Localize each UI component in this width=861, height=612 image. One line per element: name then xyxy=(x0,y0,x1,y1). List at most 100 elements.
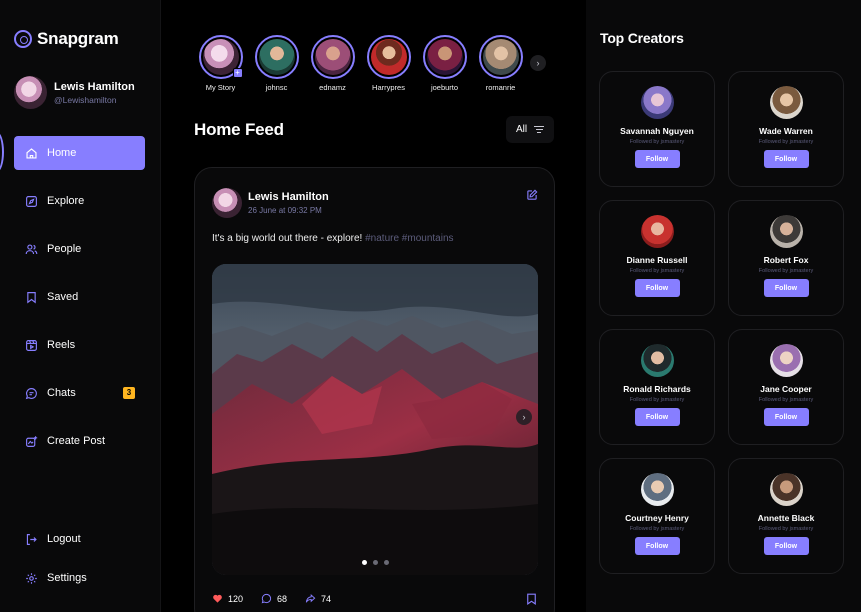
creator-subtitle: Followed by jsmastery xyxy=(629,526,685,532)
carousel-dot[interactable] xyxy=(361,560,367,565)
creator-subtitle: Followed by jsmastery xyxy=(629,397,685,403)
follow-button[interactable]: Follow xyxy=(634,408,680,426)
follow-button[interactable]: Follow xyxy=(634,537,680,555)
story-item[interactable]: romanrie xyxy=(478,35,523,92)
chevron-right-icon: › xyxy=(536,58,540,68)
story-item[interactable]: johnsc xyxy=(254,35,299,92)
avatar xyxy=(769,473,803,506)
comment-icon xyxy=(261,593,272,604)
bottom-nav: Logout Settings xyxy=(14,522,145,600)
comment-button[interactable]: 68 xyxy=(261,593,287,604)
nav-item-reels[interactable]: Reels xyxy=(14,328,145,362)
logout-icon xyxy=(24,532,38,546)
post-image[interactable]: › xyxy=(212,264,538,575)
story-item[interactable]: ednamz xyxy=(310,35,355,92)
story-label: romanrie xyxy=(485,83,516,92)
nav-item-people[interactable]: People xyxy=(14,232,145,266)
unread-badge: 3 xyxy=(123,387,135,399)
home-feed-panel: + My Story johnsc ednamz Harrypres joebu… xyxy=(162,0,586,612)
share-button[interactable]: 74 xyxy=(305,593,331,604)
follow-button[interactable]: Follow xyxy=(763,279,809,297)
nav-item-saved[interactable]: Saved xyxy=(14,280,145,314)
avatar xyxy=(769,344,803,377)
follow-button[interactable]: Follow xyxy=(634,150,680,168)
creator-subtitle: Followed by jsmastery xyxy=(629,139,685,145)
creator-card[interactable]: Savannah Nguyen Followed by jsmastery Fo… xyxy=(599,71,715,187)
story-item[interactable]: Harrypres xyxy=(366,35,411,92)
post-tags[interactable]: #nature #mountains xyxy=(365,233,453,244)
nav-label: Logout xyxy=(47,533,81,545)
profile-summary[interactable]: Lewis Hamilton @Lewishamilton xyxy=(14,76,135,109)
avatar xyxy=(769,86,803,119)
creator-subtitle: Followed by jsmastery xyxy=(758,139,814,145)
story-avatar xyxy=(258,39,295,75)
story-item[interactable]: joeburto xyxy=(422,35,467,92)
app-name: Snapgram xyxy=(37,29,119,48)
creator-card[interactable]: Courtney Henry Followed by jsmastery Fol… xyxy=(599,458,715,574)
creator-card[interactable]: Robert Fox Followed by jsmastery Follow xyxy=(728,200,844,316)
follow-button[interactable]: Follow xyxy=(634,279,680,297)
stories-row: + My Story johnsc ednamz Harrypres joebu… xyxy=(198,35,523,92)
nav-item-explore[interactable]: Explore xyxy=(14,184,145,218)
mountain-photo xyxy=(212,264,538,575)
bookmark-icon xyxy=(24,290,38,304)
like-button[interactable]: 120 xyxy=(212,593,243,604)
creator-name: Courtney Henry xyxy=(625,513,689,523)
edit-icon[interactable] xyxy=(526,189,538,201)
avatar xyxy=(640,86,674,119)
follow-button[interactable]: Follow xyxy=(763,408,809,426)
creator-name: Robert Fox xyxy=(763,255,809,265)
profile-handle: @Lewishamilton xyxy=(54,94,117,105)
carousel-dot[interactable] xyxy=(383,560,389,565)
post-date: 26 June at 09:32 PM xyxy=(248,206,322,215)
settings-button[interactable]: Settings xyxy=(14,561,145,595)
nav-label: Chats xyxy=(47,387,76,399)
heart-icon xyxy=(213,594,222,603)
creator-card[interactable]: Ronald Richards Followed by jsmastery Fo… xyxy=(599,329,715,445)
avatar[interactable] xyxy=(212,188,242,218)
create-post-icon xyxy=(24,434,38,448)
creators-grid: Savannah Nguyen Followed by jsmastery Fo… xyxy=(599,71,844,574)
story-label: joeburto xyxy=(430,83,459,92)
app-logo[interactable]: Snapgram xyxy=(14,29,119,49)
nav-item-home[interactable]: Home xyxy=(14,136,145,170)
post-header: Lewis Hamilton 26 June at 09:32 PM xyxy=(212,188,329,218)
creator-name: Dianne Russell xyxy=(626,255,688,265)
carousel-dot[interactable] xyxy=(372,560,378,565)
creator-subtitle: Followed by jsmastery xyxy=(758,397,814,403)
bookmark-icon[interactable] xyxy=(526,593,537,605)
stories-next-button[interactable]: › xyxy=(530,55,546,71)
feed-filter-dropdown[interactable]: All xyxy=(506,116,554,143)
follow-button[interactable]: Follow xyxy=(763,537,809,555)
avatar xyxy=(640,473,674,506)
follow-button[interactable]: Follow xyxy=(763,150,809,168)
top-creators-panel: Top Creators Savannah Nguyen Followed by… xyxy=(586,0,861,612)
gear-icon xyxy=(24,571,38,585)
creator-subtitle: Followed by jsmastery xyxy=(758,268,814,274)
creator-name: Savannah Nguyen xyxy=(620,126,694,136)
creator-card[interactable]: Annette Black Followed by jsmastery Foll… xyxy=(728,458,844,574)
chat-icon xyxy=(24,386,38,400)
left-sidebar: Snapgram Lewis Hamilton @Lewishamilton H… xyxy=(0,0,161,612)
add-story-icon[interactable]: + xyxy=(232,68,243,78)
caption-text: It's a big world out there - explore! xyxy=(212,233,363,244)
story-avatar xyxy=(370,39,407,75)
creator-card[interactable]: Dianne Russell Followed by jsmastery Fol… xyxy=(599,200,715,316)
story-my-story[interactable]: + My Story xyxy=(198,35,243,92)
image-next-button[interactable]: › xyxy=(516,409,532,425)
like-count: 120 xyxy=(228,593,244,604)
avatar xyxy=(769,215,803,248)
nav-label: Settings xyxy=(47,572,87,584)
nav-item-create-post[interactable]: Create Post xyxy=(14,424,145,458)
creator-card[interactable]: Wade Warren Followed by jsmastery Follow xyxy=(728,71,844,187)
creator-subtitle: Followed by jsmastery xyxy=(758,526,814,532)
story-label: My Story xyxy=(205,83,236,92)
nav-item-chats[interactable]: Chats 3 xyxy=(14,376,145,410)
logout-button[interactable]: Logout xyxy=(14,522,145,556)
story-label: Harrypres xyxy=(372,83,405,92)
post-caption: It's a big world out there - explore! #n… xyxy=(212,233,454,244)
top-creators-title: Top Creators xyxy=(600,30,684,46)
post-author[interactable]: Lewis Hamilton xyxy=(248,191,329,203)
nav-label: People xyxy=(47,243,82,255)
creator-card[interactable]: Jane Cooper Followed by jsmastery Follow xyxy=(728,329,844,445)
